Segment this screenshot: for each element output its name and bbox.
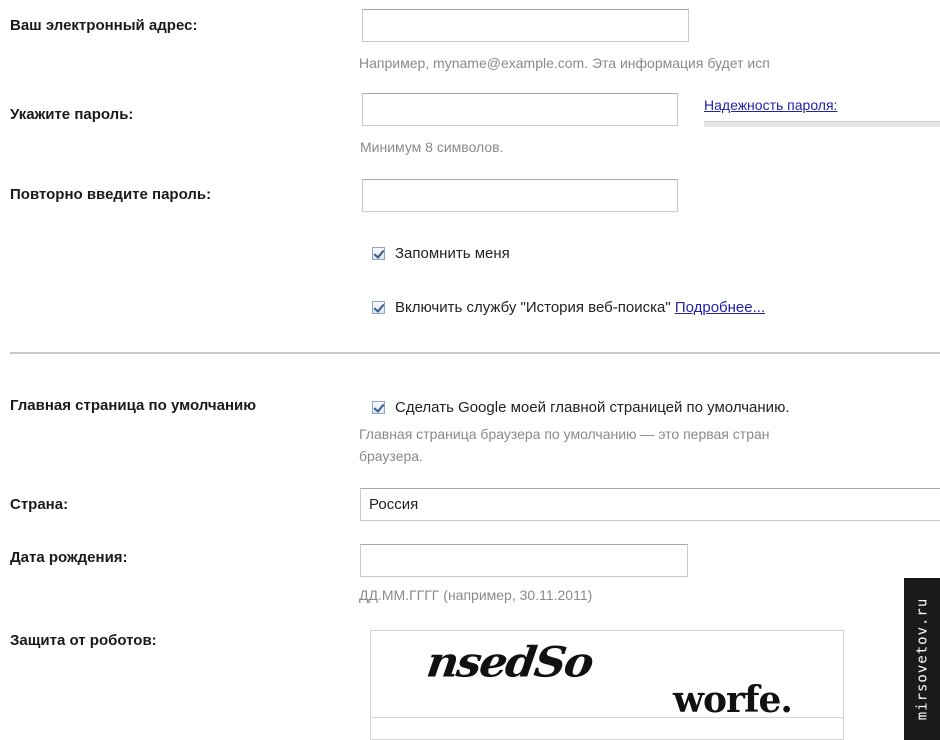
remember-me-checkbox[interactable]	[372, 247, 385, 260]
watermark: mirsovetov.ru	[904, 578, 940, 740]
captcha-label: Защита от роботов:	[10, 632, 157, 649]
watermark-text: mirsovetov.ru	[914, 597, 931, 721]
birth-date-input[interactable]	[360, 544, 688, 577]
remember-me-label: Запомнить меня	[395, 245, 510, 262]
homepage-checkbox-label: Сделать Google моей главной страницей по…	[395, 399, 790, 416]
email-label: Ваш электронный адрес:	[10, 17, 198, 34]
homepage-row[interactable]: Сделать Google моей главной страницей по…	[372, 399, 789, 416]
remember-me-row[interactable]: Запомнить меня	[372, 245, 510, 262]
password-strength-link[interactable]: Надежность пароля:	[704, 97, 837, 113]
captcha-word-2: worfe.	[673, 679, 793, 721]
birth-date-hint: ДД.ММ.ГГГГ (например, 30.11.2011)	[359, 587, 593, 603]
confirm-password-label: Повторно введите пароль:	[10, 186, 212, 203]
confirm-password-input[interactable]	[362, 179, 678, 212]
email-hint: Например, myname@example.com. Эта информ…	[359, 55, 770, 71]
password-strength-bar	[704, 121, 940, 127]
country-label: Страна:	[10, 496, 69, 513]
homepage-hint-line2: браузера.	[359, 448, 423, 464]
web-history-more-link[interactable]: Подробнее...	[675, 299, 765, 316]
captcha-word-1: nsedSo	[423, 638, 596, 687]
captcha-image: nsedSo worfe.	[370, 630, 844, 740]
web-history-checkbox[interactable]	[372, 301, 385, 314]
password-hint: Минимум 8 символов.	[360, 139, 504, 155]
homepage-label: Главная страница по умолчанию	[10, 397, 257, 414]
captcha-separator	[371, 717, 843, 718]
password-input[interactable]	[362, 93, 678, 126]
email-input[interactable]	[362, 9, 689, 42]
password-label: Укажите пароль:	[10, 106, 134, 123]
homepage-hint-line1: Главная страница браузера по умолчанию —…	[359, 426, 770, 442]
country-select[interactable]: Россия	[360, 488, 940, 521]
web-history-row[interactable]: Включить службу "История веб-поиска" Под…	[372, 299, 765, 316]
birth-date-label: Дата рождения:	[10, 549, 128, 566]
section-divider	[10, 352, 940, 354]
web-history-label: Включить службу "История веб-поиска" Под…	[395, 299, 766, 316]
homepage-checkbox[interactable]	[372, 401, 385, 414]
